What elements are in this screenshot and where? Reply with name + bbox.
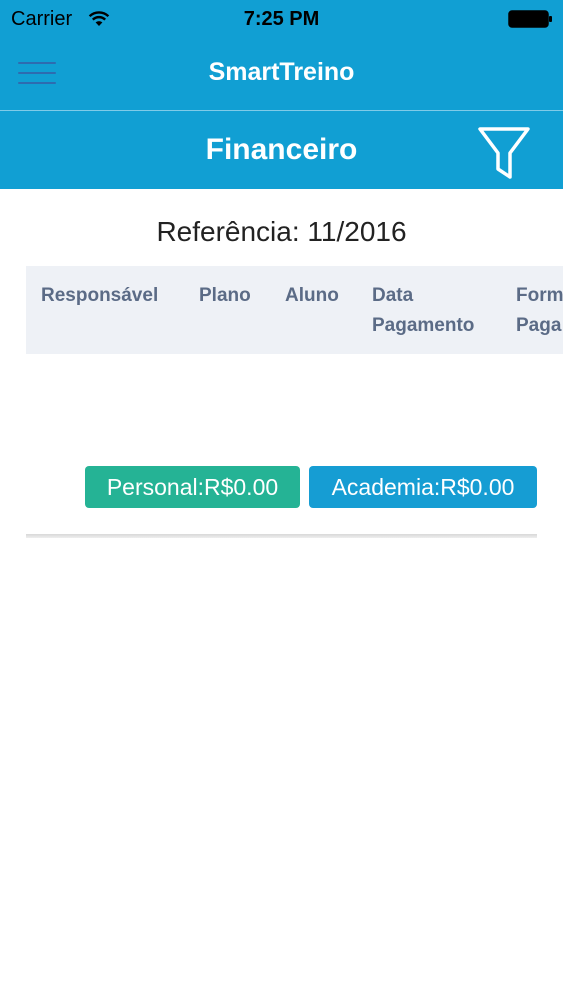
totals-row: Personal:R$0.00 Academia:R$0.00 [26, 466, 563, 508]
column-header-aluno[interactable]: Aluno [285, 281, 339, 311]
table-header: Responsável Plano Aluno Data Pagamento F… [26, 266, 563, 354]
status-time: 7:25 PM [243, 8, 320, 30]
section-header: Financeiro [0, 111, 563, 189]
nav-bar: SmartTreino [0, 38, 563, 110]
table-bottom-shadow [26, 534, 537, 538]
finance-table[interactable]: Responsável Plano Aluno Data Pagamento F… [26, 266, 563, 538]
status-bar: Carrier 7:25 PM [0, 0, 563, 38]
personal-total-badge: Personal:R$0.00 [85, 466, 300, 508]
financeiro-screen: Carrier 7:25 PM SmartTreino Financeiro R… [0, 0, 563, 1000]
column-header-plano[interactable]: Plano [199, 281, 251, 311]
filter-icon[interactable] [476, 125, 532, 183]
reference-period: Referência: 11/2016 [156, 216, 407, 247]
app-title: SmartTreino [208, 58, 355, 86]
academia-total-badge: Academia:R$0.00 [309, 466, 537, 508]
column-header-forma-pagamento[interactable]: Form Paga [516, 281, 563, 341]
column-header-responsavel[interactable]: Responsável [41, 281, 158, 311]
column-header-data-pagamento[interactable]: Data Pagamento [372, 281, 474, 341]
battery-icon [508, 10, 552, 28]
